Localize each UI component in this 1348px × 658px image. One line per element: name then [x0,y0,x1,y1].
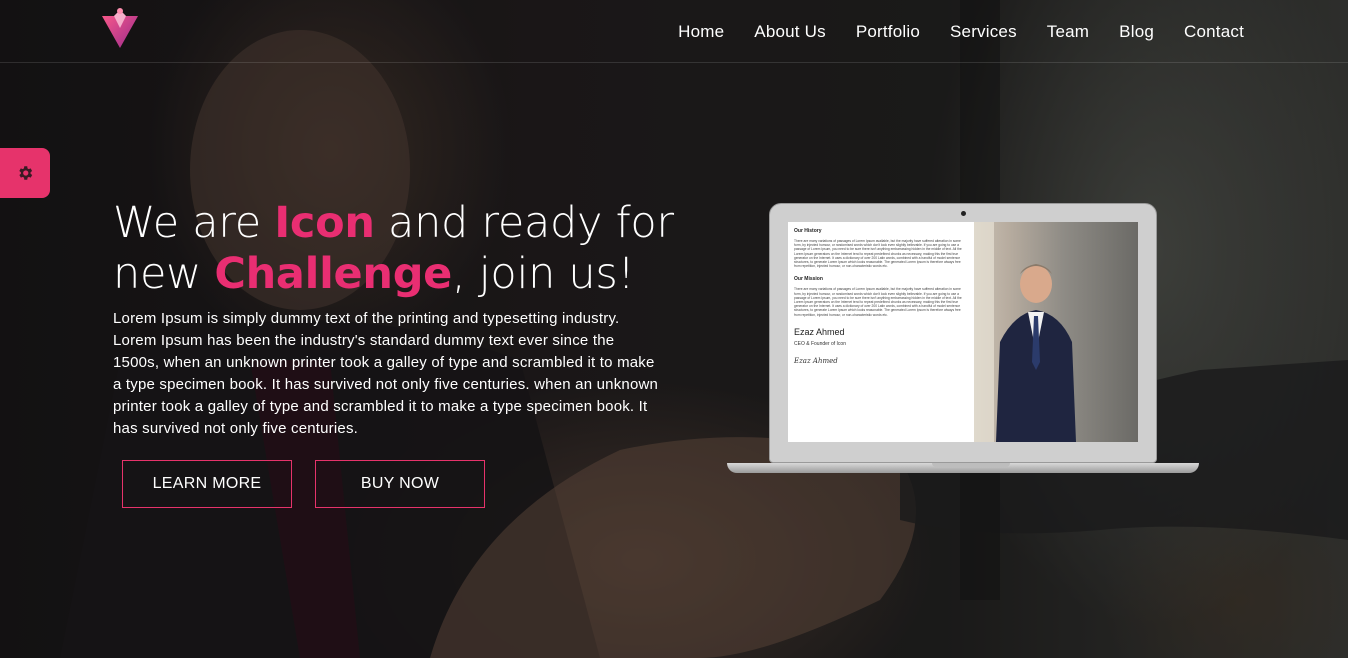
mission-heading: Our Mission [794,276,823,283]
nav-team[interactable]: Team [1047,22,1089,42]
headline-text-3: , join us! [452,249,635,299]
nav-home[interactable]: Home [678,22,724,42]
laptop-base-notch [932,463,1010,467]
mission-text: There are many variations of passages of… [794,287,962,317]
history-text: There are many variations of passages of… [794,239,962,269]
camera-dot [961,211,966,216]
buy-now-button[interactable]: BUY NOW [315,460,485,508]
nav-contact[interactable]: Contact [1184,22,1244,42]
ceo-figure [974,222,1076,442]
signature: Ezaz Ahmed [794,356,838,365]
headline-highlight-icon: Icon [274,198,375,248]
settings-toggle-button[interactable] [0,148,50,198]
nav-portfolio[interactable]: Portfolio [856,22,920,42]
person-name: Ezaz Ahmed [794,326,845,337]
hero-headline: We are Icon and ready for new Challenge,… [113,198,713,300]
ceo-photo [974,222,1138,442]
about-document: Our History There are many variations of… [788,222,972,442]
headline-highlight-challenge: Challenge [214,249,453,299]
laptop-mockup: Our History There are many variations of… [769,203,1157,463]
history-heading: Our History [794,228,822,234]
headline-text-1: We are [113,198,275,248]
laptop-screen: Our History There are many variations of… [788,222,1138,442]
nav-blog[interactable]: Blog [1119,22,1154,42]
nav-services[interactable]: Services [950,22,1017,42]
learn-more-button[interactable]: LEARN MORE [122,460,292,508]
hero-paragraph: Lorem Ipsum is simply dummy text of the … [113,310,659,437]
gear-icon [19,166,33,180]
main-nav: Home About Us Portfolio Services Team Bl… [678,22,1244,42]
person-role: CEO & Founder of Icon [794,340,846,347]
nav-about-us[interactable]: About Us [754,22,826,42]
navbar: Home About Us Portfolio Services Team Bl… [0,0,1348,63]
diamond-heart-logo-icon[interactable] [100,6,140,50]
